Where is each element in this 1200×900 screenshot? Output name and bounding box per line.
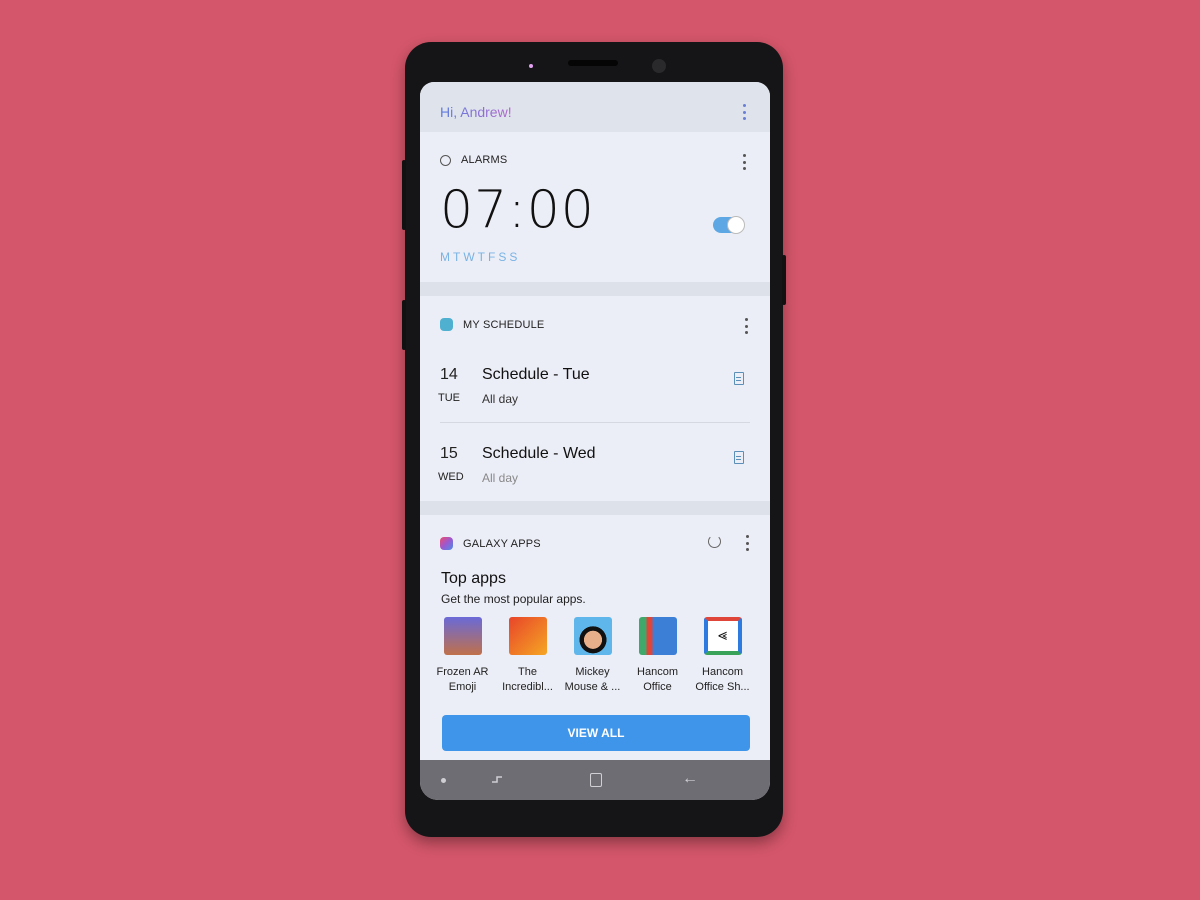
alarm-days: MTWTFSS (440, 250, 521, 264)
schedule-header: MY SCHEDULE (440, 318, 544, 331)
power-button (782, 255, 786, 305)
schedule-item[interactable]: 14 TUE Schedule - Tue All day (420, 366, 770, 436)
refresh-icon[interactable] (708, 535, 721, 548)
schedule-day-name: WED (438, 471, 464, 483)
schedule-card[interactable]: MY SCHEDULE 14 TUE Schedule - Tue All da… (420, 296, 770, 501)
galaxy-apps-more-icon[interactable] (741, 535, 753, 551)
incredibles-app-icon (508, 617, 547, 655)
mickey-app-icon (573, 617, 612, 655)
schedule-item-title: Schedule - Wed (482, 445, 596, 462)
volume-button (402, 160, 406, 230)
app-name: Frozen AR Emoji (436, 666, 489, 693)
alarm-toggle[interactable] (713, 216, 745, 234)
schedule-more-icon[interactable] (740, 318, 752, 334)
home-icon[interactable] (590, 773, 602, 787)
sensor-light (529, 64, 533, 68)
earpiece-speaker (568, 60, 618, 66)
alarms-card[interactable]: ALARMS 07:00 MTWTFSS (420, 132, 770, 282)
hancom-office-icon (638, 617, 677, 655)
app-list: Frozen AR Emoji The Incredibl... Mickey … (430, 617, 760, 695)
recent-apps-icon[interactable] (490, 772, 504, 786)
app-item[interactable]: ⪡ Hancom Office Sh... (690, 617, 755, 695)
schedule-day-number: 14 (440, 366, 458, 383)
app-name: Mickey Mouse & ... (564, 666, 621, 693)
schedule-day-number: 15 (440, 445, 458, 462)
schedule-item-title: Schedule - Tue (482, 366, 590, 383)
galaxy-apps-header: GALAXY APPS (440, 537, 541, 550)
view-all-button[interactable]: VIEW ALL (442, 715, 750, 751)
app-name: Hancom Office Sh... (695, 666, 750, 693)
schedule-day-name: TUE (438, 392, 460, 404)
schedule-divider (440, 422, 750, 423)
bixby-button (402, 300, 406, 350)
top-apps-subheading: Get the most popular apps. (441, 592, 586, 606)
document-icon[interactable] (734, 451, 744, 464)
screen: Hi, Andrew! ALARMS 07:00 MTWTFSS MY SCHE… (420, 82, 770, 800)
alarms-header: ALARMS (440, 154, 507, 166)
toggle-knob (727, 216, 745, 234)
hancom-share-icon: ⪡ (703, 617, 742, 655)
more-options-icon[interactable] (738, 104, 750, 120)
alarms-more-icon[interactable] (738, 154, 750, 170)
navigation-bar: ← (420, 760, 770, 800)
alarm-icon (440, 154, 451, 166)
alarms-title: ALARMS (461, 154, 508, 166)
app-name: The Incredibl... (502, 666, 553, 693)
greeting-header: Hi, Andrew! (420, 82, 770, 132)
app-name: Hancom Office (637, 666, 678, 693)
schedule-item[interactable]: 15 WED Schedule - Wed All day (420, 445, 770, 515)
schedule-title: MY SCHEDULE (463, 318, 545, 331)
frozen-app-icon (443, 617, 482, 655)
front-camera (652, 59, 666, 73)
galaxy-apps-icon (440, 537, 453, 550)
nav-indicator-icon[interactable] (441, 778, 446, 783)
document-icon[interactable] (734, 372, 744, 385)
back-icon[interactable]: ← (682, 770, 698, 788)
schedule-item-subtitle: All day (482, 471, 519, 485)
top-apps-heading: Top apps (441, 570, 506, 587)
galaxy-apps-title: GALAXY APPS (463, 537, 541, 550)
app-item[interactable]: Frozen AR Emoji (430, 617, 495, 695)
alarm-time: 07:00 (440, 180, 595, 240)
calendar-icon (440, 318, 453, 331)
app-item[interactable]: Hancom Office (625, 617, 690, 695)
schedule-item-subtitle: All day (482, 392, 519, 406)
greeting-text: Hi, Andrew! (440, 104, 512, 120)
app-item[interactable]: The Incredibl... (495, 617, 560, 695)
app-item[interactable]: Mickey Mouse & ... (560, 617, 625, 695)
